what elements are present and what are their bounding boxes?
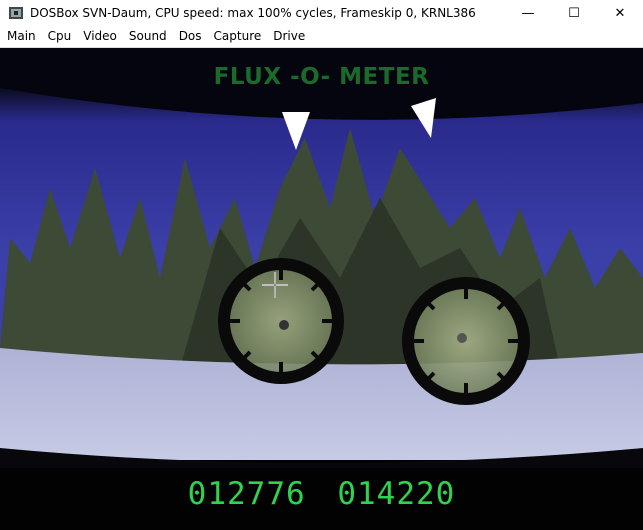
menu-dos[interactable]: Dos — [173, 26, 208, 47]
flux-gauge-left — [218, 258, 344, 384]
window-controls: — ☐ ✕ — [505, 0, 643, 26]
menu-main[interactable]: Main — [0, 26, 42, 47]
title-bar: DOSBox SVN-Daum, CPU speed: max 100% cyc… — [0, 0, 643, 26]
minimize-button[interactable]: — — [505, 0, 551, 26]
window-title: DOSBox SVN-Daum, CPU speed: max 100% cyc… — [30, 6, 476, 20]
game-viewport[interactable]: FLUX -O- METER 012776 014220 — [0, 48, 643, 530]
maximize-button[interactable]: ☐ — [551, 0, 597, 26]
odometer-display: 012776 014220 — [0, 476, 643, 512]
close-button[interactable]: ✕ — [597, 0, 643, 26]
flux-gauge-right — [402, 277, 530, 405]
menu-drive[interactable]: Drive — [267, 26, 311, 47]
menu-video[interactable]: Video — [77, 26, 123, 47]
menu-capture[interactable]: Capture — [208, 26, 268, 47]
dosbox-app-icon[interactable] — [8, 5, 24, 21]
odometer-right-value: 014220 — [337, 476, 456, 512]
menu-cpu[interactable]: Cpu — [42, 26, 78, 47]
odometer-left-value: 012776 — [187, 476, 306, 512]
flux-o-meter-title: FLUX -O- METER — [213, 64, 430, 90]
menu-sound[interactable]: Sound — [123, 26, 173, 47]
menu-bar: Main Cpu Video Sound Dos Capture Drive — [0, 26, 643, 48]
game-scene — [0, 48, 643, 530]
